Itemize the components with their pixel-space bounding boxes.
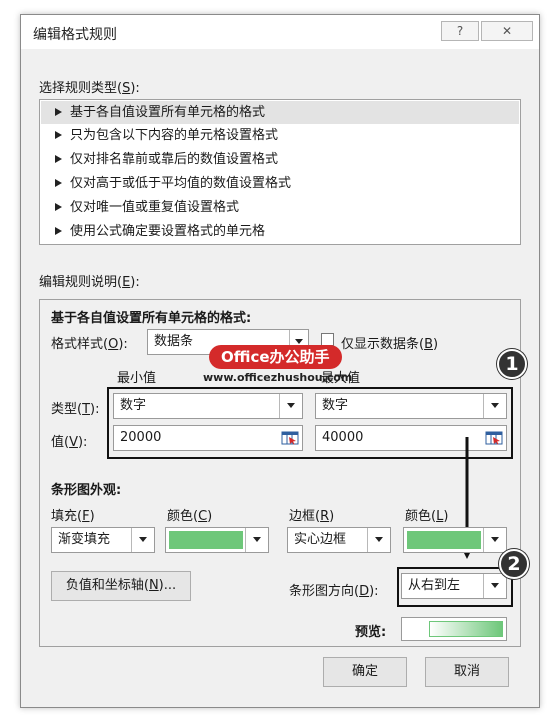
show-bar-only-label: 仅显示数据条(B) (341, 337, 439, 352)
help-icon: ? (456, 24, 464, 38)
watermark-brand: Office办公助手 (209, 345, 342, 369)
cancel-button[interactable]: 取消 (425, 657, 509, 687)
title-bar: 编辑格式规则 ? ✕ (21, 15, 539, 49)
fill-dropdown-button[interactable] (131, 528, 154, 552)
ok-button[interactable]: 确定 (323, 657, 407, 687)
border-color-swatch (407, 531, 481, 549)
max-value-header: 最大值 (321, 371, 361, 386)
rule-type-item[interactable]: 只为包含以下内容的单元格设置格式 (41, 124, 519, 147)
edit-description-label: 编辑规则说明(E): (39, 275, 140, 290)
dialog-title: 编辑格式规则 (33, 27, 117, 43)
fill-color-dropdown-button[interactable] (245, 528, 268, 552)
triangle-right-icon (55, 155, 62, 163)
rule-type-item[interactable]: 仅对高于或低于平均值的数值设置格式 (41, 172, 519, 195)
triangle-right-icon (55, 179, 62, 187)
border-color-dropdown-button[interactable] (483, 528, 506, 552)
rule-type-item[interactable]: 使用公式确定要设置格式的单元格 (41, 220, 519, 243)
format-style-label: 格式样式(O): (51, 337, 128, 352)
callout-badge-1: 1 (497, 349, 527, 379)
border-dropdown-button[interactable] (367, 528, 390, 552)
triangle-right-icon (55, 227, 62, 235)
type-label: 类型(T): (51, 402, 100, 417)
preview-label: 预览: (355, 625, 387, 640)
help-button[interactable]: ? (441, 21, 479, 41)
rule-type-list[interactable]: 基于各自值设置所有单元格的格式 只为包含以下内容的单元格设置格式 仅对排名靠前或… (39, 99, 521, 245)
border-color-label: 颜色(L) (405, 509, 449, 524)
chevron-down-icon (491, 537, 499, 542)
chevron-down-icon (375, 537, 383, 542)
description-heading: 基于各自值设置所有单元格的格式: (51, 311, 252, 326)
callout-badge-2: 2 (499, 549, 529, 579)
rule-type-item[interactable]: 仅对唯一值或重复值设置格式 (41, 196, 519, 219)
min-value-header: 最小值 (117, 371, 157, 386)
negative-axis-button[interactable]: 负值和坐标轴(N)... (51, 571, 191, 601)
rule-type-label: 选择规则类型(S): (39, 81, 140, 96)
callout-box-1 (107, 387, 513, 459)
border-label: 边框(R) (289, 509, 335, 524)
triangle-right-icon (55, 108, 62, 116)
chevron-down-icon (139, 537, 147, 542)
bar-direction-label: 条形图方向(D): (289, 584, 379, 599)
chevron-down-icon (253, 537, 261, 542)
value-label: 值(V): (51, 435, 88, 450)
edit-format-rule-dialog: 编辑格式规则 ? ✕ 选择规则类型(S): 基于各自值设置所有单元格的格式 只为… (20, 14, 540, 708)
preview-box (401, 617, 507, 641)
rule-type-item[interactable]: 基于各自值设置所有单元格的格式 (41, 101, 519, 124)
bar-appearance-heading: 条形图外观: (51, 483, 122, 498)
preview-bar (429, 621, 503, 637)
chevron-down-icon (295, 339, 303, 344)
triangle-right-icon (55, 203, 62, 211)
close-icon: ✕ (501, 24, 513, 38)
callout-box-2 (397, 567, 513, 607)
fill-color-label: 颜色(C) (167, 509, 213, 524)
triangle-right-icon (55, 131, 62, 139)
fill-color-swatch (169, 531, 243, 549)
fill-label: 填充(F) (51, 509, 95, 524)
close-button[interactable]: ✕ (481, 21, 533, 41)
rule-type-item[interactable]: 仅对排名靠前或靠后的数值设置格式 (41, 148, 519, 171)
